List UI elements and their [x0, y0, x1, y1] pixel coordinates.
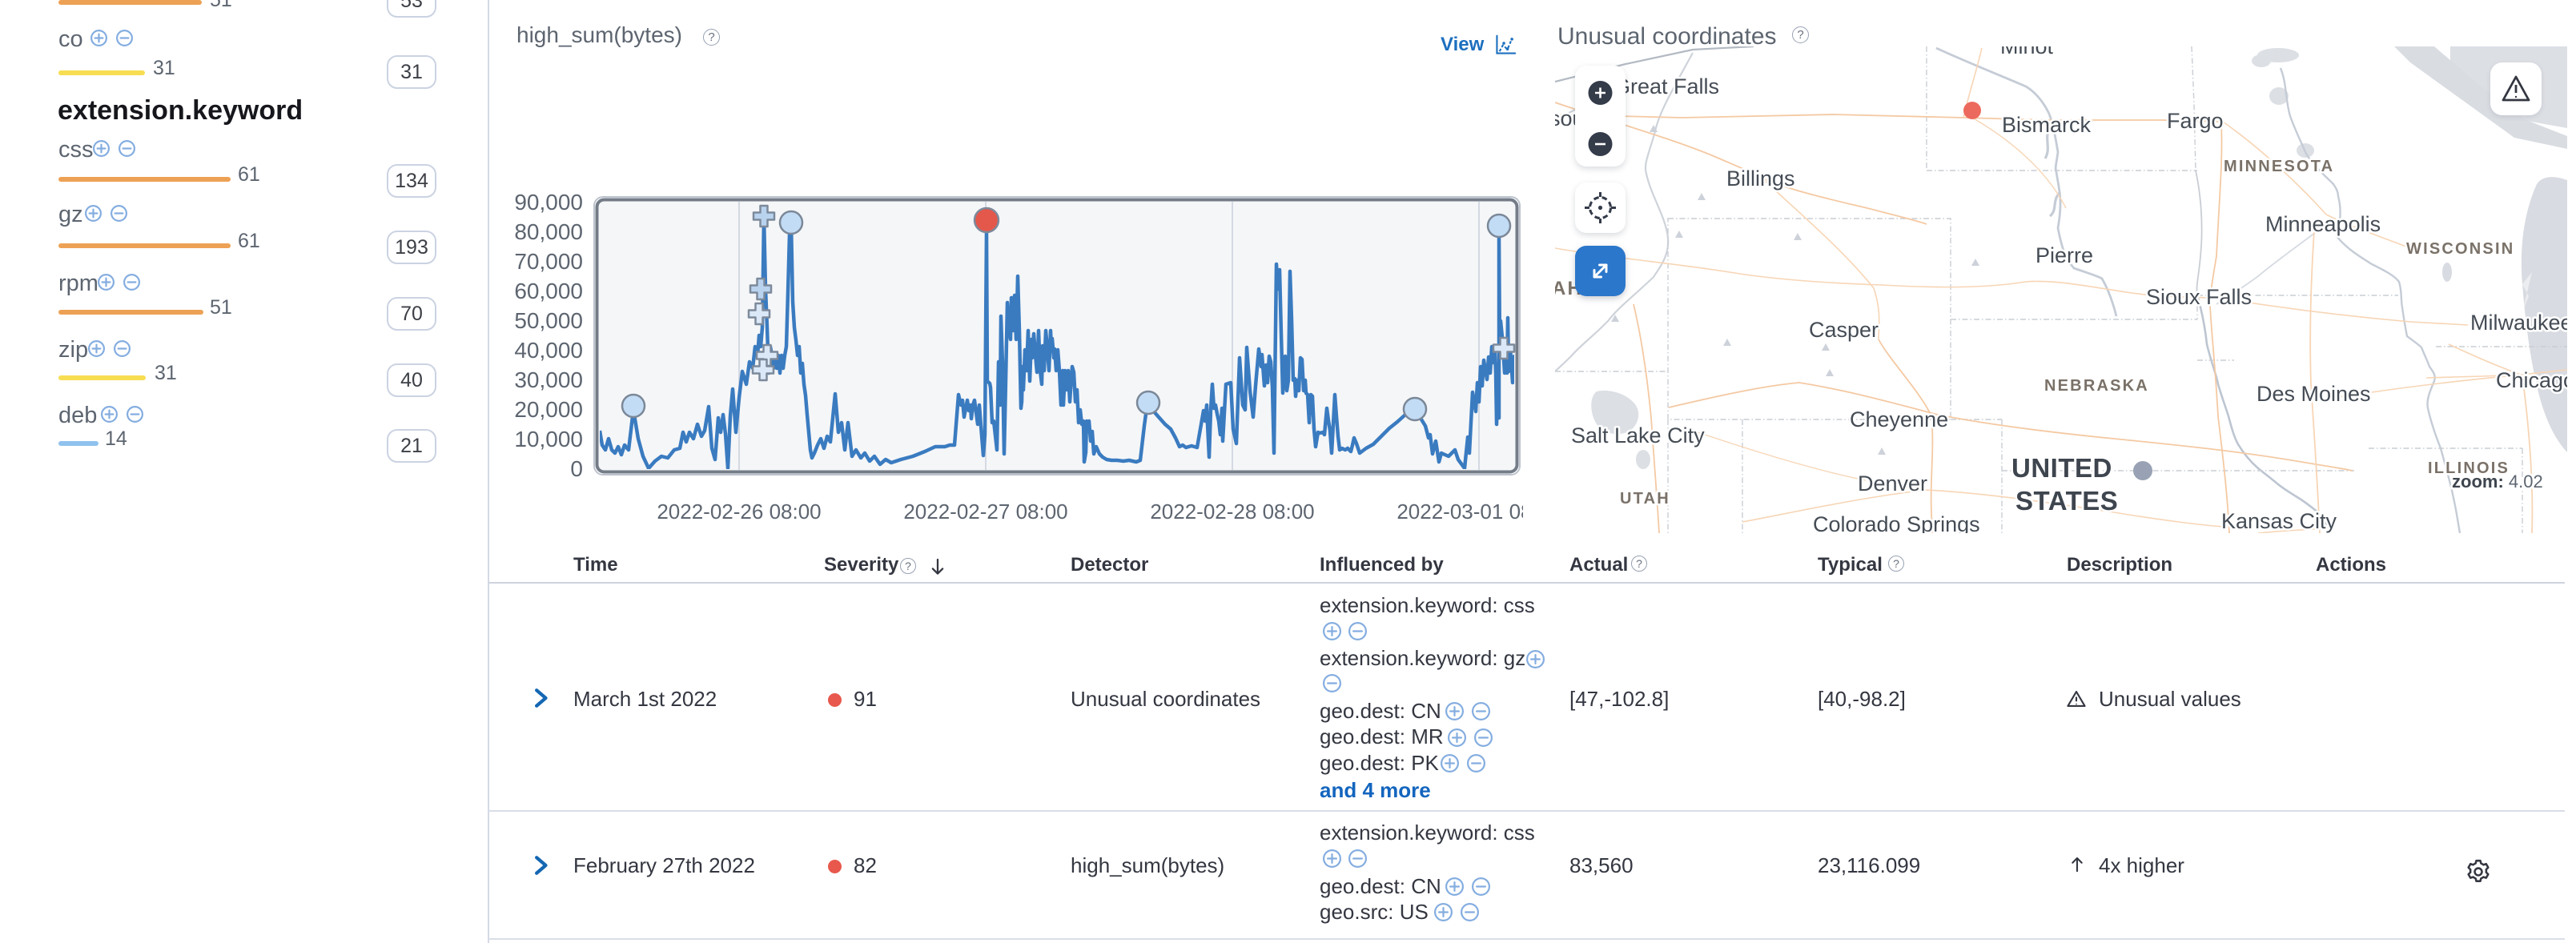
- svg-text:10,000: 10,000: [514, 427, 583, 451]
- svg-text:20,000: 20,000: [514, 397, 583, 422]
- svg-text:30,000: 30,000: [514, 367, 583, 392]
- svg-text:Casper: Casper: [1809, 318, 1879, 342]
- svg-text:UTAH: UTAH: [1620, 490, 1670, 508]
- svg-text:70,000: 70,000: [514, 249, 583, 274]
- svg-text:Sioux Falls: Sioux Falls: [2146, 285, 2252, 309]
- svg-text:Kansas City: Kansas City: [2221, 509, 2337, 533]
- svg-text:Cheyenne: Cheyenne: [1850, 407, 1948, 431]
- svg-text:2022-02-28 08:00: 2022-02-28 08:00: [1150, 500, 1314, 524]
- svg-text:NEBRASKA: NEBRASKA: [2044, 377, 2149, 395]
- svg-text:MINNESOTA: MINNESOTA: [2224, 158, 2334, 175]
- svg-text:Salt Lake City: Salt Lake City: [1571, 423, 1705, 447]
- svg-text:0: 0: [570, 456, 583, 481]
- svg-text:Billings: Billings: [1726, 167, 1795, 191]
- svg-text:Chicago: Chicago: [2496, 368, 2567, 392]
- svg-text:Minot: Minot: [2000, 46, 2054, 58]
- svg-text:40,000: 40,000: [514, 338, 583, 363]
- svg-text:zoom: 4.02: zoom: 4.02: [2452, 471, 2543, 492]
- svg-text:50,000: 50,000: [514, 308, 583, 333]
- svg-text:Pierre: Pierre: [2035, 243, 2093, 267]
- svg-text:2022-02-27 08:00: 2022-02-27 08:00: [903, 500, 1067, 524]
- svg-text:STATES: STATES: [2015, 486, 2118, 516]
- svg-text:80,000: 80,000: [514, 219, 583, 244]
- svg-text:Denver: Denver: [1858, 471, 1927, 496]
- svg-text:90,000: 90,000: [514, 190, 583, 215]
- svg-text:Milwaukee: Milwaukee: [2470, 311, 2567, 335]
- svg-text:Fargo: Fargo: [2167, 109, 2224, 133]
- svg-text:60,000: 60,000: [514, 279, 583, 303]
- svg-text:2022-02-26 08:00: 2022-02-26 08:00: [657, 500, 821, 524]
- svg-text:2022-03-01 08:00: 2022-03-01 08:00: [1397, 500, 1561, 524]
- svg-text:Bismarck: Bismarck: [2002, 113, 2092, 137]
- svg-text:Colorado Springs: Colorado Springs: [1813, 512, 1980, 533]
- svg-text:WISCONSIN: WISCONSIN: [2406, 240, 2514, 258]
- svg-text:UNITED: UNITED: [2011, 453, 2112, 483]
- svg-text:Minneapolis: Minneapolis: [2265, 212, 2381, 236]
- svg-text:Des Moines: Des Moines: [2257, 382, 2371, 406]
- svg-text:Great Falls: Great Falls: [1614, 74, 1719, 98]
